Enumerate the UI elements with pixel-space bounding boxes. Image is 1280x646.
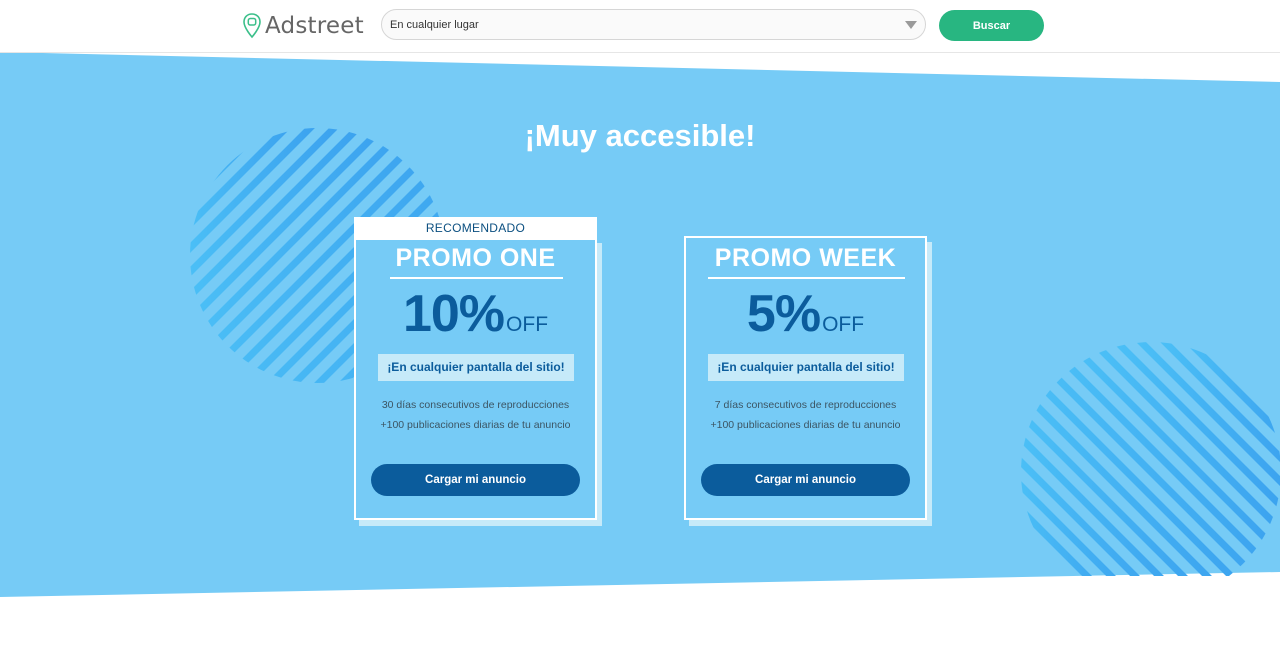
discount-value: 10% bbox=[402, 285, 505, 343]
location-input[interactable] bbox=[390, 10, 890, 39]
map-pin-icon bbox=[243, 13, 261, 39]
dropdown-arrow-icon[interactable] bbox=[905, 21, 917, 29]
discount: 5% OFF bbox=[686, 284, 925, 344]
plan-card-promo-one: PROMO ONE 10% OFF ¡En cualquier pantalla… bbox=[354, 238, 597, 520]
logo[interactable]: Adstreet bbox=[242, 11, 364, 41]
striped-circle-decoration-right bbox=[1021, 342, 1280, 576]
title-underline bbox=[390, 277, 563, 279]
title-underline bbox=[708, 277, 905, 279]
discount: 10% OFF bbox=[356, 284, 595, 344]
recommended-badge: RECOMENDADO bbox=[354, 217, 597, 240]
upload-ad-button[interactable]: Cargar mi anuncio bbox=[701, 464, 910, 496]
section-title: ¡Muy accesible! bbox=[524, 118, 756, 153]
feature-item: +100 publicaciones diarias de tu anuncio bbox=[380, 419, 571, 431]
discount-off-label: OFF bbox=[506, 313, 549, 336]
logo-text: Adstreet bbox=[265, 13, 364, 39]
plan-title: PROMO ONE bbox=[395, 244, 556, 272]
top-header: Adstreet Buscar bbox=[0, 0, 1280, 53]
discount-off-label: OFF bbox=[822, 313, 865, 336]
plan-card-promo-week: PROMO WEEK 5% OFF ¡En cualquier pantalla… bbox=[684, 236, 927, 520]
plan-title: PROMO WEEK bbox=[714, 244, 897, 272]
location-select[interactable] bbox=[381, 9, 926, 40]
highlight-label: ¡En cualquier pantalla del sitio! bbox=[708, 354, 904, 381]
feature-item: 30 días consecutivos de reproducciones bbox=[381, 399, 570, 411]
upload-ad-button[interactable]: Cargar mi anuncio bbox=[371, 464, 580, 496]
feature-item: +100 publicaciones diarias de tu anuncio bbox=[710, 419, 901, 431]
search-button[interactable]: Buscar bbox=[939, 10, 1044, 41]
feature-item: 7 días consecutivos de reproducciones bbox=[714, 399, 897, 411]
highlight-label: ¡En cualquier pantalla del sitio! bbox=[378, 354, 574, 381]
discount-value: 5% bbox=[746, 285, 821, 343]
